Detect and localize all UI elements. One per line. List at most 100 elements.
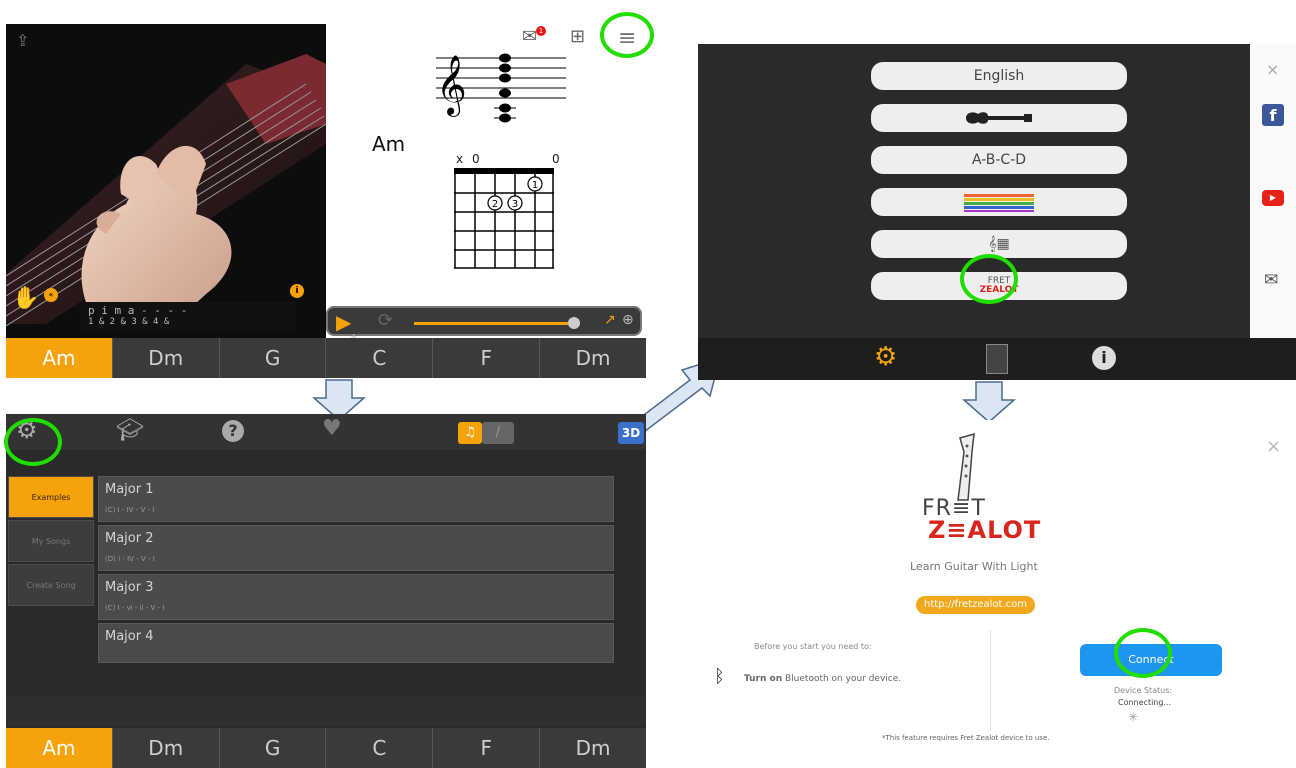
chord-button-c[interactable]: C	[325, 728, 433, 768]
chord-button-f[interactable]: F	[432, 728, 540, 768]
close-icon[interactable]: ×	[1266, 436, 1281, 457]
song-title: Major 3	[105, 580, 154, 595]
notation-view-button[interactable]: 𝄞▦	[871, 230, 1127, 258]
logo-zealot: Z≡ALOT	[928, 516, 1042, 544]
chord-bar: Am Dm G C F Dm	[6, 338, 646, 378]
loop-icon[interactable]: ⟳	[378, 310, 393, 331]
info-tab-icon[interactable]: i	[1092, 346, 1116, 370]
settings-gears-icon[interactable]: ⚙	[874, 342, 897, 372]
chord-button-dm[interactable]: Dm	[111, 728, 219, 768]
fret-zealot-highlight	[960, 254, 1018, 304]
tab-toggle-icon[interactable]: /	[482, 422, 514, 444]
social-sidebar: × f ▶ ✉	[1250, 44, 1296, 338]
string-colors-button[interactable]	[871, 188, 1127, 216]
player-bar: ▶ ⟳ ↗ ⊕	[326, 306, 642, 336]
my-songs-button[interactable]: My Songs	[8, 520, 94, 562]
note-toggle-icon[interactable]: ♫	[458, 422, 482, 444]
toolbar: ⚙ 🎓︎ ? ♥ ♫ / 3D	[4, 414, 646, 466]
note-naming-button[interactable]: A-B-C-D	[871, 146, 1127, 174]
youtube-icon[interactable]: ▶	[1262, 190, 1284, 206]
gear-highlight	[4, 418, 62, 466]
spacer-bar	[6, 696, 646, 726]
svg-text:3: 3	[512, 199, 518, 210]
song-row[interactable]: Major 1 (C) I - IV - V - I	[98, 476, 614, 522]
song-title: Major 2	[105, 531, 154, 546]
svg-text:𝄞: 𝄞	[436, 55, 467, 117]
guitar-type-button[interactable]	[871, 104, 1127, 132]
rewind-icon[interactable]: «	[44, 288, 58, 302]
settings-tab-bar: ⚙ i	[698, 338, 1296, 380]
hand-icon[interactable]: ✋	[12, 286, 39, 311]
song-progression: (D) I - IV - V - I	[105, 555, 155, 563]
song-row[interactable]: Major 4	[98, 623, 614, 663]
help-icon[interactable]: ?	[222, 420, 244, 442]
before-text: Before you start you need to:	[754, 642, 872, 651]
chord-diagram: 1 2 3	[454, 168, 554, 269]
create-song-button[interactable]: Create Song	[8, 564, 94, 606]
hand-3d-view: ⇪ ✋ « i p i m a - - - - 1 & 2 & 3 & 4 &	[6, 24, 326, 338]
chord-button-dm[interactable]: Dm	[539, 728, 646, 768]
tempo-slider[interactable]	[414, 322, 568, 325]
muted-marker: x	[456, 152, 464, 166]
song-progression: (C) I - vi - ii - V - I	[105, 604, 165, 612]
fretboard-icon[interactable]: ⊞	[570, 26, 585, 47]
status-value: Connecting...	[1118, 698, 1172, 707]
slider-knob[interactable]	[568, 317, 580, 329]
settings-list: English A-B-C-D 𝄞▦ FRET ZEALOT	[698, 44, 1250, 338]
down-arrow	[962, 381, 1016, 423]
chord-name: Am	[372, 132, 406, 156]
connect-highlight	[1114, 628, 1172, 678]
chord-button-dm[interactable]: Dm	[111, 338, 219, 378]
notification-badge: 1	[536, 26, 546, 36]
song-row[interactable]: Major 2 (D) I - IV - V - I	[98, 525, 614, 571]
view-3d-toggle[interactable]: 3D	[618, 422, 644, 444]
examples-button[interactable]: Examples	[8, 476, 94, 518]
open-marker: 0	[472, 152, 480, 166]
beat-counts: 1 & 2 & 3 & 4 &	[88, 317, 170, 327]
close-icon[interactable]: ×	[1266, 60, 1279, 79]
song-list-panel: ⚙ 🎓︎ ? ♥ ♫ / 3D Examples My Songs Create…	[4, 414, 646, 768]
clef-tab-icon: 𝄞▦	[988, 236, 1010, 252]
chord-button-am[interactable]: Am	[6, 338, 112, 378]
chord-view-panel: ⇪ ✋ « i p i m a - - - - 1 & 2 & 3 & 4 & …	[6, 12, 654, 378]
graduation-cap-icon[interactable]: 🎓︎	[116, 418, 144, 443]
music-staff: 𝄞	[436, 53, 566, 123]
divider	[990, 630, 991, 730]
tagline: Learn Guitar With Light	[910, 560, 1038, 573]
facebook-icon[interactable]: f	[1262, 104, 1284, 126]
bluetooth-instruction: Turn on Bluetooth on your device.	[744, 674, 902, 684]
string-colors-icon	[964, 194, 1034, 212]
finger-names: p i m a - - - -	[88, 304, 188, 317]
loading-spinner-icon: ✳	[1128, 710, 1139, 724]
speed-icon[interactable]: ↗	[604, 312, 616, 328]
add-icon[interactable]: ⊕	[622, 312, 634, 328]
language-button[interactable]: English	[871, 62, 1127, 90]
status-label: Device Status:	[1114, 686, 1173, 695]
chord-button-f[interactable]: F	[432, 338, 540, 378]
settings-panel: English A-B-C-D 𝄞▦ FRET ZEALOT × f ▶ ✉ ⚙…	[698, 44, 1296, 380]
svg-text:⇪: ⇪	[16, 31, 29, 50]
svg-text:2: 2	[492, 199, 498, 210]
guitar-icon	[966, 112, 1032, 124]
info-icon[interactable]: i	[290, 284, 304, 298]
chord-bar: Am Dm G C F Dm	[6, 728, 646, 768]
bluetooth-icon: ᛒ	[714, 666, 725, 687]
fret-zealot-panel: × FR≡T Z≡ALOT Learn Guitar With Light ht…	[698, 420, 1296, 768]
song-progression: (C) I - IV - V - I	[105, 506, 155, 514]
song-row[interactable]: Major 3 (C) I - vi - ii - V - I	[98, 574, 614, 620]
notation-area: ✉ 1 ⊞ ≡ 𝄞 Am x 0 0 1 2 3	[326, 12, 654, 338]
chord-button-am[interactable]: Am	[6, 728, 112, 768]
heart-icon[interactable]: ♥	[322, 416, 342, 441]
mail-icon[interactable]: ✉	[522, 26, 537, 47]
menu-highlight	[600, 12, 654, 58]
guitar-neck-logo-icon	[957, 432, 975, 501]
song-title: Major 4	[105, 629, 154, 644]
mail-icon[interactable]: ✉	[1264, 270, 1278, 290]
chord-button-g[interactable]: G	[218, 338, 326, 378]
website-link[interactable]: http://fretzealot.com	[916, 596, 1036, 614]
open-marker: 0	[552, 152, 560, 166]
chord-button-c[interactable]: C	[325, 338, 433, 378]
chord-button-g[interactable]: G	[218, 728, 326, 768]
song-title: Major 1	[105, 482, 154, 497]
fretboard-tab-icon[interactable]	[986, 344, 1008, 374]
